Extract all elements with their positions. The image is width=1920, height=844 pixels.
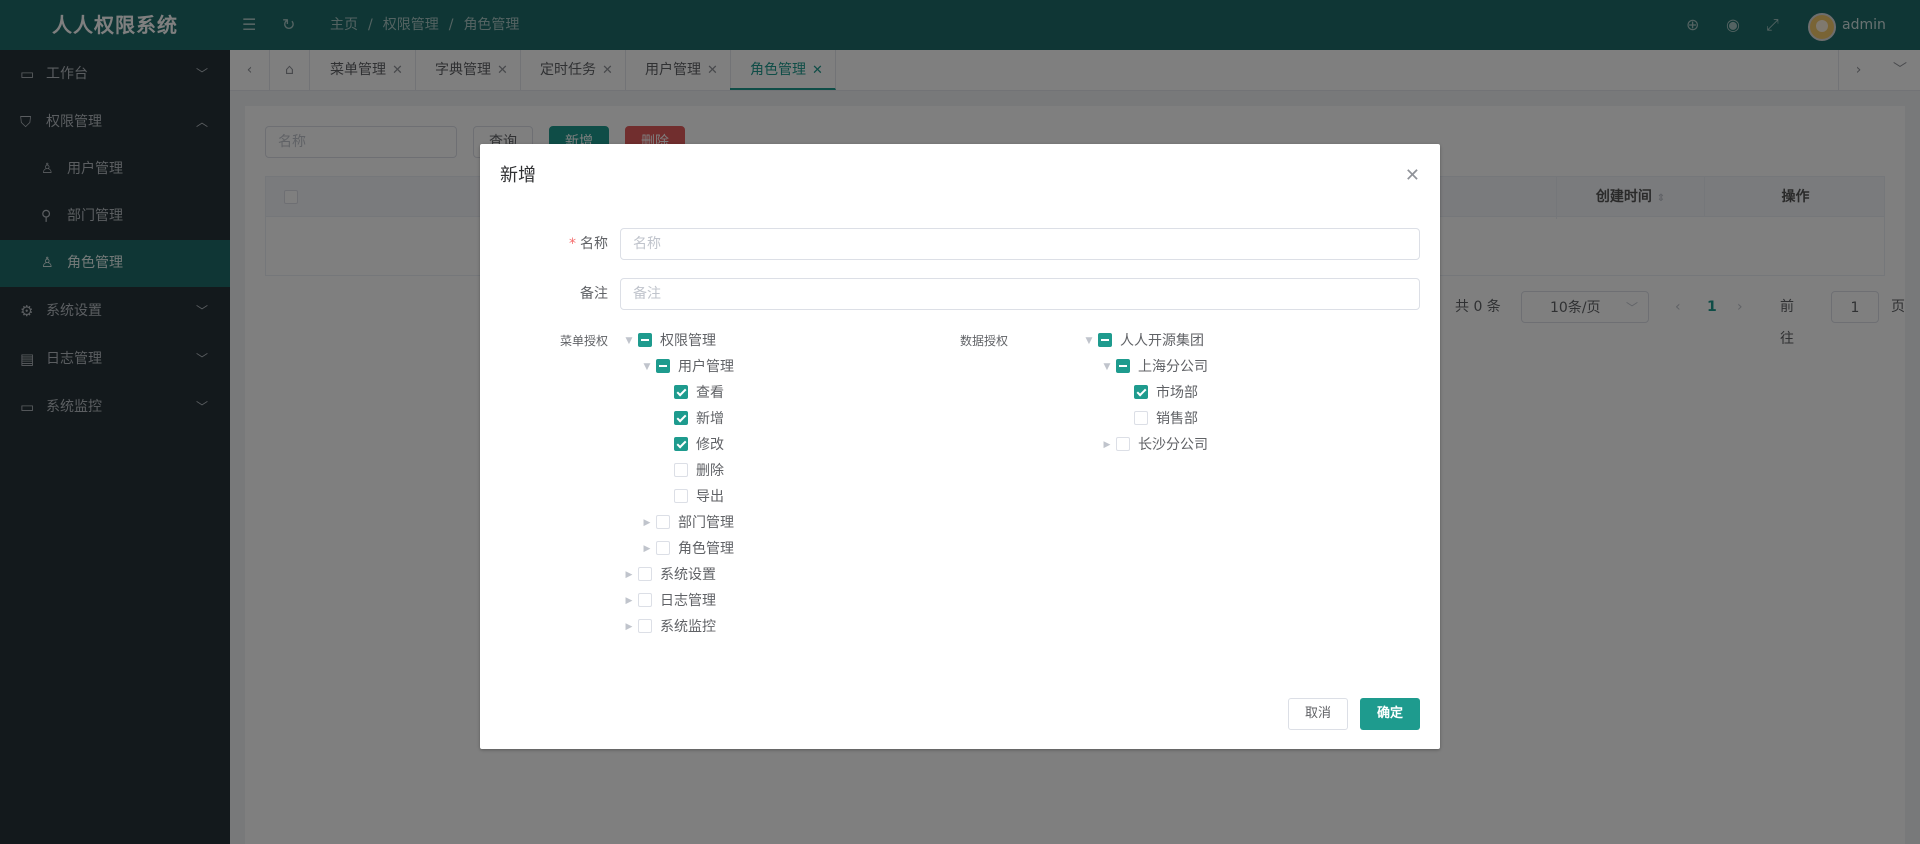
name-input[interactable]: 名称 (620, 228, 1420, 260)
menu-auth-label: 菜单授权 (559, 334, 608, 348)
tree-checkbox[interactable] (674, 463, 688, 477)
caret-right-icon[interactable]: ▶ (620, 588, 638, 614)
tree-node[interactable]: 新增 (656, 406, 724, 432)
tree-node-label: 市场部 (1156, 385, 1198, 401)
tree-node-label: 人人开源集团 (1120, 333, 1204, 349)
remark-label: 备注 (580, 286, 608, 302)
tree-node[interactable]: ▶ 日志管理 (620, 588, 716, 614)
caret-right-icon[interactable]: ▶ (620, 562, 638, 588)
data-auth-label: 数据授权 (959, 334, 1008, 348)
tree-node-label: 部门管理 (678, 515, 734, 531)
tree-checkbox[interactable] (1134, 385, 1148, 399)
tree-checkbox[interactable] (638, 333, 652, 347)
caret-down-icon[interactable]: ▼ (638, 354, 656, 380)
confirm-button[interactable]: 确定 (1360, 698, 1420, 730)
tree-checkbox[interactable] (656, 515, 670, 529)
name-label-text: 名称 (580, 236, 608, 252)
tree-node-label: 系统设置 (660, 567, 716, 583)
tree-checkbox[interactable] (674, 385, 688, 399)
tree-checkbox[interactable] (638, 567, 652, 581)
tree-node-label: 权限管理 (660, 333, 716, 349)
caret-right-icon[interactable]: ▶ (638, 536, 656, 562)
caret-down-icon[interactable]: ▼ (620, 328, 638, 354)
tree-node-label: 修改 (696, 437, 724, 453)
tree-node-label: 系统监控 (660, 619, 716, 635)
tree-checkbox[interactable] (656, 541, 670, 555)
tree-node-label: 上海分公司 (1138, 359, 1208, 375)
caret-right-icon[interactable]: ▶ (1098, 432, 1116, 458)
tree-node[interactable]: ▼ 人人开源集团 (1080, 328, 1204, 354)
tree-checkbox[interactable] (1116, 359, 1130, 373)
tree-checkbox[interactable] (1134, 411, 1148, 425)
tree-node-label: 角色管理 (678, 541, 734, 557)
tree-node-label: 导出 (696, 489, 724, 505)
dialog-title: 新增 (500, 165, 536, 186)
tree-checkbox[interactable] (1098, 333, 1112, 347)
tree-node[interactable]: ▶ 角色管理 (638, 536, 734, 562)
add-role-dialog: 新增 ✕ * 名称 名称 备注 备注 菜单授权 ▼ 权限管理 ▼ 用户管理 查看 新增… (480, 144, 1440, 749)
tree-node-label: 销售部 (1156, 411, 1198, 427)
tree-node-label: 删除 (696, 463, 724, 479)
tree-checkbox[interactable] (674, 489, 688, 503)
tree-node[interactable]: ▶ 系统设置 (620, 562, 716, 588)
caret-down-icon[interactable]: ▼ (1098, 354, 1116, 380)
tree-node[interactable]: 修改 (656, 432, 724, 458)
tree-node[interactable]: ▶ 长沙分公司 (1098, 432, 1208, 458)
caret-right-icon[interactable]: ▶ (620, 614, 638, 640)
tree-node[interactable]: ▶ 系统监控 (620, 614, 716, 640)
name-label: * 名称 (480, 236, 608, 252)
tree-node-label: 新增 (696, 411, 724, 427)
tree-node[interactable]: 导出 (656, 484, 724, 510)
tree-node-label: 用户管理 (678, 359, 734, 375)
tree-checkbox[interactable] (638, 619, 652, 633)
close-icon[interactable]: ✕ (1405, 164, 1420, 188)
remark-input[interactable]: 备注 (620, 278, 1420, 310)
tree-node[interactable]: ▼ 上海分公司 (1098, 354, 1208, 380)
cancel-button[interactable]: 取消 (1288, 698, 1348, 730)
tree-node-label: 日志管理 (660, 593, 716, 609)
tree-node[interactable]: 查看 (656, 380, 724, 406)
required-mark: * (569, 236, 576, 252)
tree-node[interactable]: ▶ 部门管理 (638, 510, 734, 536)
tree-node[interactable]: 删除 (656, 458, 724, 484)
tree-node[interactable]: ▼ 权限管理 (620, 328, 716, 354)
tree-checkbox[interactable] (1116, 437, 1130, 451)
tree-node[interactable]: 销售部 (1116, 406, 1198, 432)
tree-checkbox[interactable] (674, 411, 688, 425)
caret-down-icon[interactable]: ▼ (1080, 328, 1098, 354)
tree-checkbox[interactable] (656, 359, 670, 373)
tree-node-label: 查看 (696, 385, 724, 401)
tree-checkbox[interactable] (638, 593, 652, 607)
tree-checkbox[interactable] (674, 437, 688, 451)
tree-node[interactable]: ▼ 用户管理 (638, 354, 734, 380)
tree-node[interactable]: 市场部 (1116, 380, 1198, 406)
tree-node-label: 长沙分公司 (1138, 437, 1208, 453)
caret-right-icon[interactable]: ▶ (638, 510, 656, 536)
